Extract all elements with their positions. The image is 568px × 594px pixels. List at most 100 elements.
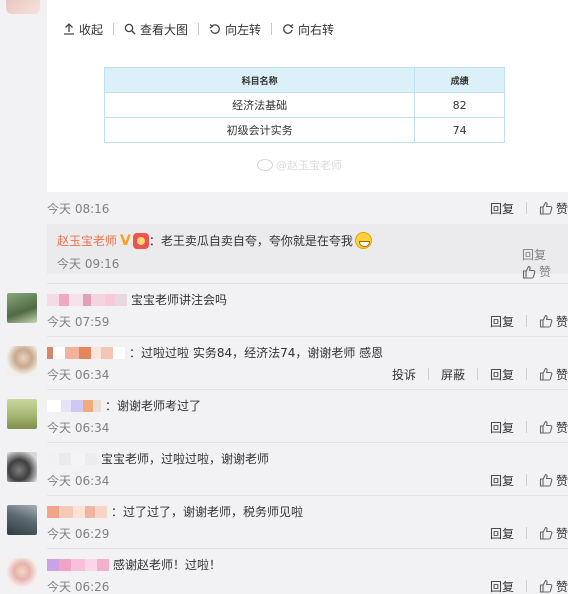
avatar[interactable]: [7, 399, 37, 429]
comment-meta: 今天 06:26 回复 赞: [47, 578, 568, 594]
comment-text: ：谢谢老师考过了: [105, 399, 202, 413]
reply-meta: 今天 09:16 回复 赞: [57, 248, 558, 279]
action-divider: [525, 527, 527, 539]
comment-actions: 回复 赞: [478, 472, 568, 489]
reply-button[interactable]: 回复: [490, 525, 514, 542]
thumbs-up-icon: [539, 579, 553, 593]
like-label: 赞: [555, 367, 568, 382]
upload-arrow-icon: [63, 23, 75, 35]
thumbs-up-icon: [539, 367, 553, 381]
report-button[interactable]: 投诉: [392, 366, 416, 383]
comment-actions: 回复 赞: [478, 313, 568, 330]
commenter-name-link[interactable]: [47, 452, 97, 465]
like-button[interactable]: 赞: [522, 263, 558, 280]
rotate-left-button[interactable]: 向左转: [209, 21, 261, 38]
comment-divider: [47, 283, 568, 284]
action-divider: [525, 315, 527, 327]
comment-content: 宝宝老师讲注会吗: [47, 291, 227, 308]
rotate-left-icon: [209, 23, 221, 35]
comment-text: 宝宝老师讲注会吗: [131, 293, 228, 307]
reply-content: 赵玉宝老师 V ：老王卖瓜自卖自夸，夸你就是在夸我: [57, 232, 372, 249]
thumbs-up-icon: [539, 473, 553, 487]
avatar[interactable]: [7, 293, 37, 323]
like-button[interactable]: 赞: [539, 200, 568, 217]
comment-time: 今天 06:34: [47, 367, 110, 382]
author-name-link[interactable]: 赵玉宝老师: [57, 232, 117, 249]
reply-button[interactable]: 回复: [490, 313, 514, 330]
grin-emoji-icon: [354, 232, 372, 249]
like-button[interactable]: 赞: [539, 472, 568, 489]
top-commenter-avatar[interactable]: [6, 0, 40, 14]
comment-actions: 回复 赞: [478, 525, 568, 542]
comment-time: 今天 06:34: [47, 420, 110, 435]
toolbar-divider: [271, 23, 273, 35]
search-icon: [124, 23, 136, 35]
table-row: 初级会计实务 74: [103, 117, 505, 143]
comment-content: 感谢赵老师！过啦！: [47, 556, 221, 573]
thumbs-up-icon: [539, 201, 553, 215]
like-button[interactable]: 赞: [539, 313, 568, 330]
comment-time: 今天 06:29: [47, 526, 110, 541]
verified-badge: V: [120, 232, 131, 249]
table-row: 经济法基础 82: [103, 92, 505, 118]
like-button[interactable]: 赞: [539, 525, 568, 542]
thumbs-up-icon: [539, 420, 553, 434]
reply-button[interactable]: 回复: [522, 248, 546, 262]
rotate-right-icon: [282, 23, 294, 35]
like-label: 赞: [555, 579, 568, 594]
like-button[interactable]: 赞: [539, 419, 568, 436]
reply-button[interactable]: 回复: [490, 200, 514, 217]
comment-meta: 今天 06:34 回复 赞: [47, 419, 568, 435]
action-divider: [427, 368, 429, 380]
image-watermark: @赵玉宝老师: [257, 157, 342, 173]
like-button[interactable]: 赞: [539, 578, 568, 594]
view-large-label: 查看大图: [140, 22, 189, 37]
avatar[interactable]: [7, 558, 37, 588]
collapse-button[interactable]: 收起: [63, 21, 103, 38]
score-cell: 82: [414, 92, 505, 118]
comment-content: 宝宝老师，过啦过啦，谢谢老师: [47, 450, 269, 467]
toolbar-divider: [198, 23, 200, 35]
comment-time: 今天 06:26: [47, 579, 110, 594]
comment-content: ：谢谢老师考过了: [47, 397, 201, 414]
comment-text: 感谢赵老师！过啦！: [113, 558, 222, 572]
image-viewer: 收起 查看大图 向左转 向右转 科目名称 成绩 经济法基础 82 初级会计实务 …: [47, 0, 568, 192]
block-button[interactable]: 屏蔽: [441, 366, 465, 383]
comment-divider: [47, 336, 568, 337]
reply-button[interactable]: 回复: [490, 578, 514, 594]
post-actions: 回复 赞: [478, 200, 568, 217]
comment-time: 今天 07:59: [47, 314, 110, 329]
toolbar-divider: [113, 23, 115, 35]
avatar[interactable]: [7, 505, 37, 535]
reply-button[interactable]: 回复: [490, 366, 514, 383]
post-time: 今天 08:16: [47, 201, 110, 216]
like-label: 赞: [555, 314, 568, 329]
comment-actions: 投诉 屏蔽 回复 赞: [380, 366, 568, 383]
view-large-button[interactable]: 查看大图: [124, 21, 188, 38]
commenter-name-link[interactable]: [47, 346, 125, 359]
action-divider: [476, 368, 478, 380]
comment-divider: [47, 389, 568, 390]
like-button[interactable]: 赞: [539, 366, 568, 383]
commenter-name-link[interactable]: [47, 293, 127, 306]
reply-button[interactable]: 回复: [490, 419, 514, 436]
score-cell: 74: [414, 117, 505, 143]
like-label: 赞: [555, 473, 568, 488]
commenter-name-link[interactable]: [47, 399, 101, 412]
collapse-label: 收起: [79, 22, 104, 37]
rotate-right-button[interactable]: 向右转: [282, 21, 334, 38]
comment-text: ：过了过了，谢谢老师，税务师见啦: [111, 505, 304, 519]
avatar[interactable]: [7, 452, 37, 482]
action-divider: [525, 474, 527, 486]
reply-text: ：老王卖瓜自卖自夸，夸你就是在夸我: [148, 234, 353, 248]
like-label: 赞: [555, 420, 568, 435]
reply-button[interactable]: 回复: [490, 472, 514, 489]
avatar[interactable]: [7, 346, 37, 376]
action-divider: [525, 202, 527, 214]
weibo-logo-icon: [257, 159, 273, 171]
comment-content: ：过啦过啦 实务84，经济法74，谢谢老师 感恩: [47, 344, 383, 361]
comment-divider: [47, 442, 568, 443]
like-label: 赞: [538, 265, 551, 279]
commenter-name-link[interactable]: [47, 505, 107, 518]
commenter-name-link[interactable]: [47, 558, 109, 571]
